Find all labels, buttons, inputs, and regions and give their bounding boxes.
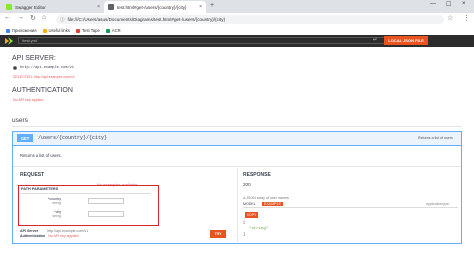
tab-example[interactable]: EXAMPLE xyxy=(262,202,283,206)
tab-close-icon[interactable]: × xyxy=(199,4,202,10)
browser-tab-swagger-editor[interactable]: Swagger Editor × xyxy=(2,1,104,13)
bookmark-apps[interactable]: Приложения xyxy=(6,28,37,33)
section-divider xyxy=(12,126,462,127)
bookmark-star-icon[interactable]: ☆ xyxy=(447,14,453,22)
response-description: A JSON array of user names xyxy=(243,196,289,200)
operation-summary: Returns a list of users xyxy=(418,136,453,140)
tab-close-icon[interactable]: × xyxy=(97,4,100,10)
window-close-icon[interactable]: × xyxy=(462,1,466,7)
auth-value: No API key applied xyxy=(48,234,79,238)
api-server-url[interactable]: http://api.example.com/v1 xyxy=(20,66,74,70)
address-input[interactable]: ⓘ file:///C:/Users/asus/Documents/Diagra… xyxy=(56,15,444,24)
bookmark-test-tape[interactable]: Test Tape xyxy=(75,28,100,33)
swagger-logo-icon xyxy=(5,37,13,45)
bookmark-acr[interactable]: ACR xyxy=(105,28,121,33)
info-icon: ⓘ xyxy=(60,16,65,22)
back-icon[interactable]: ← xyxy=(4,14,11,21)
folder-icon xyxy=(42,28,47,33)
explore-arrow-icon[interactable]: ↵ xyxy=(373,37,377,43)
request-heading: REQUEST xyxy=(20,172,45,178)
api-server-selected: SELECTED: http://api.example.com/v1 xyxy=(13,75,75,79)
home-icon[interactable]: ⌂ xyxy=(42,14,46,21)
minimize-icon[interactable]: — xyxy=(430,1,436,7)
example-line-open: [ xyxy=(243,221,246,225)
path-parameters-divider xyxy=(21,193,151,194)
apps-icon xyxy=(6,28,10,33)
bookmark-icon xyxy=(105,28,110,33)
copy-button[interactable]: COPY xyxy=(245,212,258,218)
response-heading: RESPONSE xyxy=(243,172,271,178)
page-favicon-icon xyxy=(108,4,114,10)
forward-icon[interactable]: → xyxy=(17,14,24,21)
request-response-separator xyxy=(237,168,238,242)
server-radio-dot xyxy=(14,67,16,69)
no-api-key-text: No API key applied xyxy=(13,98,44,102)
reload-icon[interactable]: ↻ xyxy=(30,14,36,22)
operation-path: /users/{country}/{city} xyxy=(38,135,108,141)
response-code: 200 xyxy=(243,182,251,187)
response-divider xyxy=(243,207,458,208)
content-type: application/json xyxy=(426,202,450,206)
authentication-heading: AUTHENTICATION xyxy=(12,87,73,94)
request-api-server: API Server http://api.example.com/v1 xyxy=(20,229,88,233)
param-country-input[interactable] xyxy=(88,198,124,204)
path-parameters-heading: PATH PARAMETERS xyxy=(21,187,59,191)
path-parameters-highlight-box xyxy=(18,185,159,226)
auth-label: Authentication xyxy=(20,234,46,238)
api-server-value: http://api.example.com/v1 xyxy=(47,229,89,233)
try-button[interactable]: TRY xyxy=(210,230,226,238)
method-badge-get: GET xyxy=(17,134,33,142)
operation-description: Returns a list of users. xyxy=(20,153,62,158)
example-line-close: ] xyxy=(243,233,246,237)
param-city-input[interactable] xyxy=(88,211,124,217)
bookmark-icon xyxy=(75,28,80,33)
load-json-file-button[interactable]: LOCAL JSON FILE xyxy=(384,36,428,45)
operation-divider xyxy=(13,166,461,167)
browser-menu-icon[interactable]: ⋮ xyxy=(463,14,470,22)
swagger-url-input[interactable]: /test.yml xyxy=(18,37,386,44)
api-server-label: API Server xyxy=(20,229,39,233)
swagger-favicon-icon xyxy=(6,4,12,10)
request-authentication: Authentication No API key applied xyxy=(20,234,79,238)
new-tab-button[interactable]: + xyxy=(210,2,214,9)
section-title-users: users xyxy=(12,117,28,124)
maximize-icon[interactable]: ☐ xyxy=(446,1,451,8)
browser-tab-test-html[interactable]: test.html#get-/users/{country}/{city} × xyxy=(104,1,206,13)
param-city-type: string xyxy=(52,214,61,218)
example-line-value: "string" xyxy=(249,227,269,231)
address-text: file:///C:/Users/asus/Documents/Diagrams… xyxy=(67,17,226,22)
bookmark-useful-links[interactable]: Useful links xyxy=(42,28,70,33)
param-country-type: string xyxy=(52,201,61,205)
tab-label: Swagger Editor xyxy=(15,4,46,10)
tab-model[interactable]: MODEL xyxy=(243,202,256,206)
tab-label: test.html#get-/users/{country}/{city} xyxy=(117,4,187,10)
api-server-heading: API SERVER: xyxy=(12,55,56,62)
